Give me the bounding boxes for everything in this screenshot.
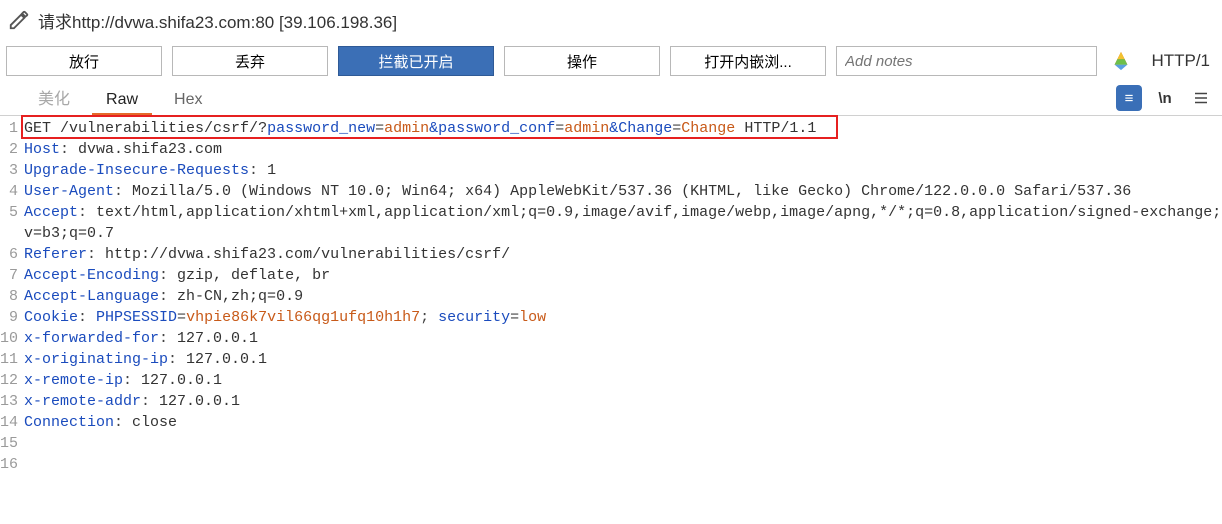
drop-button[interactable]: 丢弃 bbox=[172, 46, 328, 76]
line-gutter: 12345678910111213141516 bbox=[0, 118, 22, 475]
action-button[interactable]: 操作 bbox=[504, 46, 660, 76]
http-editor[interactable]: 12345678910111213141516 GET /vulnerabili… bbox=[0, 116, 1222, 475]
code-area[interactable]: GET /vulnerabilities/csrf/?password_new=… bbox=[22, 118, 1222, 475]
tab-raw[interactable]: Raw bbox=[88, 85, 156, 115]
open-browser-button[interactable]: 打开内嵌浏... bbox=[670, 46, 826, 76]
window-title: 请求http://dvwa.shifa23.com:80 [39.106.198… bbox=[38, 8, 397, 33]
menu-icon[interactable] bbox=[1188, 85, 1214, 111]
newline-toggle-icon[interactable]: \n bbox=[1152, 85, 1178, 111]
forward-button[interactable]: 放行 bbox=[6, 46, 162, 76]
tab-beautify[interactable]: 美化 bbox=[20, 79, 88, 115]
inspector-icon[interactable]: ≡ bbox=[1116, 85, 1142, 111]
request-line: GET /vulnerabilities/csrf/?password_new=… bbox=[24, 118, 1222, 139]
tab-hex[interactable]: Hex bbox=[156, 85, 220, 115]
view-tabs: 美化 Raw Hex ≡ \n bbox=[0, 82, 1222, 116]
highlight-color-icon[interactable] bbox=[1107, 47, 1135, 75]
edit-icon bbox=[8, 9, 30, 31]
protocol-label[interactable]: HTTP/1 bbox=[1145, 51, 1216, 71]
notes-input[interactable] bbox=[836, 46, 1097, 76]
intercept-toggle-button[interactable]: 拦截已开启 bbox=[338, 46, 494, 76]
toolbar: 放行 丢弃 拦截已开启 操作 打开内嵌浏... HTTP/1 bbox=[0, 40, 1222, 82]
title-bar: 请求http://dvwa.shifa23.com:80 [39.106.198… bbox=[0, 0, 1222, 40]
